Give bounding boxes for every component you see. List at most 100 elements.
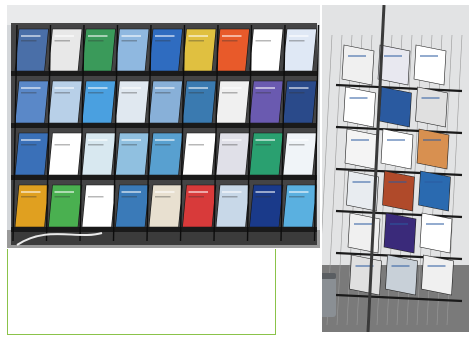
brochure-text-line [222, 40, 238, 42]
brochure-text-line [255, 196, 271, 198]
brochure-text-line [21, 92, 37, 94]
brochure-title-line [423, 139, 441, 141]
brochure-title-line [21, 87, 41, 89]
empty-caption-box [7, 249, 276, 335]
rack-shelf-lip [11, 227, 317, 232]
brochure-title-line [188, 191, 208, 193]
brochure-rack-photo-left [7, 5, 320, 248]
brochure-text-line [121, 196, 137, 198]
brochure-text-line [155, 40, 171, 42]
brochure [383, 212, 417, 254]
brochure-text-line [155, 196, 171, 198]
brochure-text-line [21, 40, 37, 42]
brochure [341, 44, 375, 86]
brochure-title-line [188, 87, 208, 89]
brochure-title-line [289, 139, 309, 141]
brochure-title-line [426, 223, 444, 225]
brochure-title-line [391, 265, 410, 267]
brochure-title-line [387, 139, 405, 141]
brochure-title-line [255, 87, 275, 89]
brochure-text-line [222, 92, 238, 94]
brochure [421, 254, 454, 296]
thermos-bottle [322, 277, 336, 317]
brochure [385, 254, 418, 296]
brochure-title-line [289, 191, 309, 193]
brochure-title-line [390, 223, 408, 225]
brochure-title-line [155, 191, 175, 193]
brochure-text-line [188, 144, 204, 146]
brochure-title-line [352, 181, 371, 183]
brochure-text-line [255, 40, 271, 42]
brochure-text-line [255, 144, 271, 146]
brochure-title-line [54, 87, 74, 89]
brochure-title-line [427, 265, 446, 267]
brochure-title-line [421, 97, 440, 99]
brochure [343, 86, 376, 128]
brochure-title-line [289, 87, 309, 89]
brochure-text-line [88, 92, 104, 94]
brochure-title-line [255, 191, 275, 193]
brochure [347, 212, 381, 254]
brochure-title-line [354, 223, 372, 225]
brochure-title-line [155, 139, 175, 141]
brochure-title-line [88, 35, 108, 37]
brochure-text-line [121, 92, 137, 94]
brochure-text-line [121, 40, 137, 42]
brochure [413, 44, 447, 86]
brochure-text-line [289, 40, 305, 42]
brochure-text-line [289, 92, 305, 94]
brochure-text-line [21, 144, 37, 146]
brochure-text-line [222, 196, 238, 198]
brochure [416, 128, 450, 170]
brochure-title-line [155, 35, 175, 37]
brochure-text-line [54, 196, 70, 198]
brochure-title-line [54, 35, 74, 37]
brochure-text-line [188, 92, 204, 94]
brochure-title-line [384, 55, 402, 57]
brochure-text-line [222, 144, 238, 146]
brochure [344, 128, 378, 170]
brochure-text-line [289, 196, 305, 198]
brochure-text-line [255, 92, 271, 94]
brochure-title-line [88, 139, 108, 141]
brochure-title-line [121, 35, 141, 37]
brochure [349, 254, 382, 296]
brochure-title-line [21, 191, 41, 193]
brochure-rack-left-drawing [7, 5, 320, 248]
brochure-text-line [21, 196, 37, 198]
brochure-title-line [21, 35, 41, 37]
brochure-title-line [222, 35, 242, 37]
brochure-title-line [188, 139, 208, 141]
brochure-rack-right-drawing [322, 5, 469, 332]
brochure-title-line [385, 97, 404, 99]
brochure-title-line [88, 87, 108, 89]
brochure-title-line [222, 87, 242, 89]
brochure-title-line [349, 97, 368, 99]
brochure-title-line [424, 181, 443, 183]
brochure-text-line [188, 40, 204, 42]
brochure-text-line [155, 92, 171, 94]
brochure-text-line [54, 92, 70, 94]
brochure [380, 128, 414, 170]
brochure-text-line [54, 40, 70, 42]
brochure-text-line [88, 196, 104, 198]
brochure [419, 212, 453, 254]
brochure-rack-photo-right [322, 5, 469, 332]
brochure-title-line [54, 191, 74, 193]
rack-shelf-lip [11, 123, 317, 128]
brochure-title-line [222, 191, 242, 193]
brochure-text-line [54, 144, 70, 146]
brochure-text-line [289, 144, 305, 146]
brochure-title-line [54, 139, 74, 141]
brochure-title-line [388, 181, 407, 183]
brochure-title-line [351, 139, 369, 141]
rack-shelf-lip [11, 71, 317, 76]
brochure [415, 86, 448, 128]
brochure-title-line [348, 55, 366, 57]
brochure-title-line [88, 191, 108, 193]
brochure [379, 86, 412, 128]
brochure-title-line [121, 191, 141, 193]
thermos-cap [322, 273, 336, 279]
brochure-text-line [155, 144, 171, 146]
brochure-text-line [188, 196, 204, 198]
